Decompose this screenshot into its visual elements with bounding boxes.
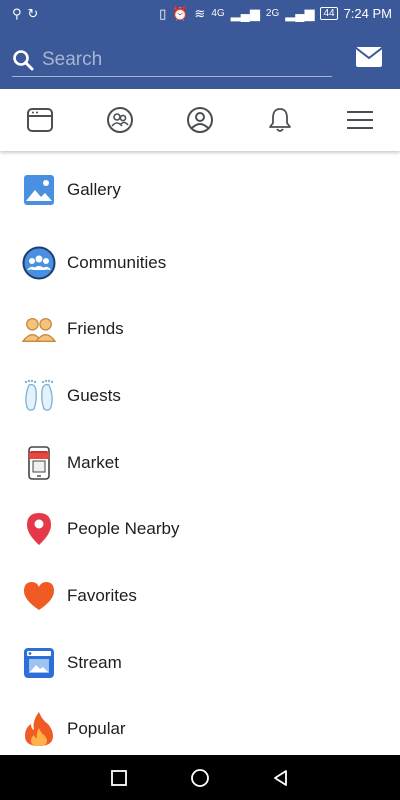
menu-item-favorites[interactable]: Favorites bbox=[0, 568, 400, 624]
menu-label-stream: Stream bbox=[67, 653, 122, 672]
menu-item-market[interactable]: Market bbox=[0, 435, 400, 491]
network-4g-label: 4G bbox=[211, 8, 225, 19]
communities-icon bbox=[22, 246, 56, 280]
friends-tab-icon bbox=[107, 107, 133, 133]
feed-tab[interactable] bbox=[20, 100, 60, 140]
status-bar: ⚲ ↻ ▯ ⏰ ≋ 4G ▂▄▆ 2G ▂▄▆ 44 7:24 PM bbox=[0, 0, 400, 27]
menu-label-communities: Communities bbox=[67, 253, 167, 272]
menu-item-stream[interactable]: Stream bbox=[0, 635, 400, 691]
vibrate-icon: ▯ bbox=[159, 5, 167, 21]
messages-icon[interactable] bbox=[355, 45, 383, 69]
friends-tab[interactable] bbox=[100, 100, 140, 140]
menu-label-people-nearby: People Nearby bbox=[67, 519, 180, 538]
signal-icon-2: ▂▄▆ bbox=[285, 5, 315, 21]
location-pin-icon bbox=[22, 512, 56, 546]
menu-item-people-nearby[interactable]: People Nearby bbox=[0, 501, 400, 557]
battery-level: 44 bbox=[320, 7, 338, 20]
market-icon bbox=[22, 446, 56, 480]
menu-label-friends: Friends bbox=[67, 319, 124, 338]
wifi-icon: ≋ bbox=[194, 5, 206, 21]
menu-item-guests[interactable]: Guests bbox=[0, 368, 400, 424]
menu-label-gallery: Gallery bbox=[67, 180, 121, 199]
top-nav-bar bbox=[0, 89, 400, 151]
notifications-tab[interactable] bbox=[260, 100, 300, 140]
flame-icon bbox=[22, 712, 56, 746]
menu-label-guests: Guests bbox=[67, 386, 121, 405]
bell-icon bbox=[269, 108, 291, 132]
menu-item-friends[interactable]: Friends bbox=[0, 301, 400, 357]
time: 7:24 PM bbox=[343, 6, 392, 21]
sync-icon: ↻ bbox=[27, 5, 39, 21]
gallery-icon bbox=[22, 173, 56, 207]
menu-label-popular: Popular bbox=[67, 719, 126, 738]
feed-icon bbox=[27, 108, 53, 132]
search-input[interactable] bbox=[42, 48, 322, 71]
menu-item-communities[interactable]: Communities bbox=[0, 235, 400, 291]
guests-icon bbox=[22, 379, 56, 413]
hamburger-icon bbox=[347, 111, 373, 129]
stream-icon bbox=[22, 646, 56, 680]
search-header bbox=[0, 27, 400, 89]
recents-icon[interactable] bbox=[109, 768, 129, 788]
menu-item-gallery[interactable]: Gallery bbox=[0, 162, 400, 218]
system-nav-bar bbox=[0, 755, 400, 800]
menu-item-popular[interactable]: Popular bbox=[0, 701, 400, 757]
signal-icon: ▂▄▆ bbox=[230, 5, 260, 21]
menu-label-market: Market bbox=[67, 453, 119, 472]
alarm-icon: ⏰ bbox=[172, 5, 189, 21]
menu-tab[interactable] bbox=[340, 100, 380, 140]
menu-label-favorites: Favorites bbox=[67, 586, 137, 605]
friends-icon bbox=[22, 312, 56, 346]
profile-tab[interactable] bbox=[180, 100, 220, 140]
usb-icon: ⚲ bbox=[12, 5, 22, 21]
home-icon[interactable] bbox=[189, 767, 211, 789]
search-box[interactable] bbox=[12, 43, 332, 77]
profile-icon bbox=[187, 107, 213, 133]
network-2g-label: 2G bbox=[265, 8, 280, 19]
heart-icon bbox=[22, 579, 56, 613]
back-icon[interactable] bbox=[271, 768, 291, 788]
search-icon bbox=[13, 49, 34, 70]
